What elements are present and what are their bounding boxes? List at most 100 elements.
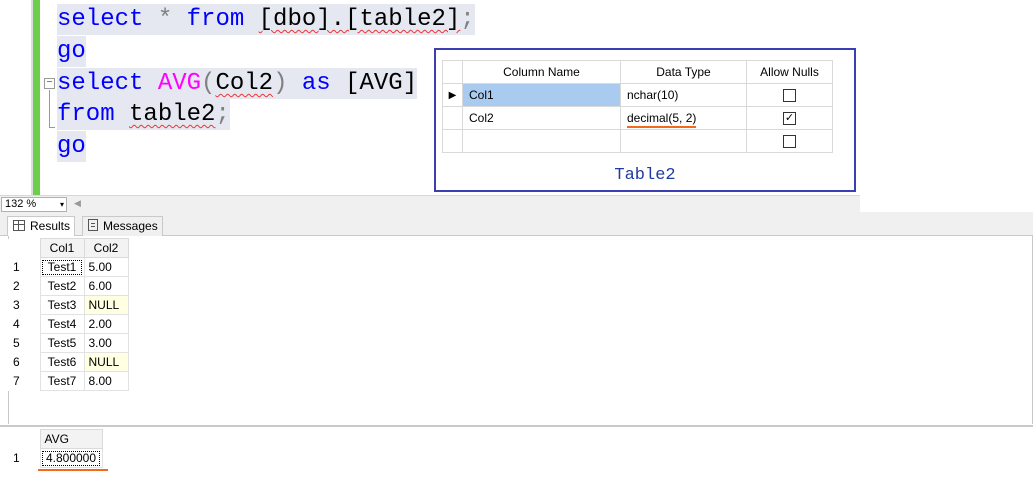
designer-row[interactable]: ▶ Col1 nchar(10): [442, 83, 833, 107]
outline-line: [49, 90, 50, 128]
column-name-cell[interactable]: Col1: [462, 83, 621, 107]
code-line-3[interactable]: select AVG(Col2) as [AVG]: [57, 68, 418, 99]
results-tabs: Results Messages: [0, 212, 1033, 237]
column-name-cell[interactable]: [462, 129, 621, 153]
keyword-from: from: [57, 101, 115, 128]
zoom-value: 132 %: [5, 198, 37, 210]
data-type-cell[interactable]: [620, 129, 747, 153]
scroll-left-icon[interactable]: ◀: [74, 198, 81, 209]
code-line-1[interactable]: select * from [dbo].[table2];: [57, 4, 475, 35]
allow-nulls-cell[interactable]: [746, 129, 833, 153]
grid-cell[interactable]: Test6: [39, 352, 85, 372]
tab-results-label: Results: [30, 219, 71, 233]
alias: [AVG]: [345, 70, 418, 97]
chevron-down-icon[interactable]: ▾: [60, 198, 64, 211]
data-type-cell[interactable]: nchar(10): [620, 83, 747, 107]
grid-cell[interactable]: 2.00: [83, 314, 129, 334]
row-selector[interactable]: [442, 106, 463, 130]
star-operator: *: [157, 6, 173, 33]
query-editor[interactable]: − select * from [dbo].[table2]; go selec…: [0, 0, 860, 195]
semicolon: ;: [460, 6, 475, 33]
grid-cell[interactable]: Test2: [39, 276, 85, 296]
row-number-header: [8, 238, 40, 258]
allow-nulls-cell[interactable]: ✓: [746, 106, 833, 130]
data-type-cell[interactable]: decimal(5, 2): [620, 106, 747, 130]
grid-icon: [13, 220, 25, 231]
avg-annotation-underline: [38, 469, 108, 471]
allow-nulls-checkbox[interactable]: [783, 135, 796, 149]
avg-result-grid[interactable]: AVG 1 4.800000: [8, 429, 103, 468]
row-number: 2: [8, 276, 40, 296]
table-row[interactable]: 4 Test4 2.00: [8, 314, 129, 334]
designer-row[interactable]: [442, 129, 833, 153]
row-number-header: [8, 429, 40, 449]
keyword-select: select: [57, 6, 144, 33]
table-row[interactable]: 3 Test3 NULL: [8, 295, 129, 315]
change-tracking-bar: [33, 0, 40, 195]
row-number: 1: [8, 448, 40, 468]
editor-status-bar: 132 % ▾ ◀: [0, 195, 860, 212]
grid-cell[interactable]: Test4: [39, 314, 85, 334]
avg-value-cell[interactable]: 4.800000: [39, 448, 103, 468]
grid-cell[interactable]: 6.00: [83, 276, 129, 296]
grid-cell-null[interactable]: NULL: [83, 295, 129, 315]
editor-gutter: [0, 0, 31, 195]
table-row[interactable]: 7 Test7 8.00: [8, 371, 129, 391]
keyword-select: select: [57, 70, 144, 97]
row-number: 7: [8, 371, 40, 391]
table-reference: [dbo].[table2]: [258, 6, 461, 33]
outline-collapse-icon[interactable]: −: [44, 78, 55, 89]
grid-cell[interactable]: 3.00: [83, 333, 129, 353]
column-header-col1[interactable]: Col1: [39, 238, 85, 258]
column-header-allow-nulls: Allow Nulls: [746, 60, 833, 84]
grid-cell[interactable]: 5.00: [83, 257, 129, 277]
column-header-avg[interactable]: AVG: [39, 429, 103, 449]
grid-cell[interactable]: Test3: [39, 295, 85, 315]
allow-nulls-cell[interactable]: [746, 83, 833, 107]
allow-nulls-checkbox-checked[interactable]: ✓: [783, 112, 796, 126]
table-row[interactable]: 1 Test1 5.00: [8, 257, 129, 277]
column-reference: Col2: [215, 70, 274, 97]
zoom-select[interactable]: 132 % ▾: [1, 197, 67, 212]
semicolon: ;: [215, 101, 230, 128]
grid-cell-null[interactable]: NULL: [83, 352, 129, 372]
allow-nulls-checkbox[interactable]: [783, 89, 796, 103]
grid-cell[interactable]: Test1: [39, 257, 85, 277]
row-marker-icon[interactable]: ▶: [442, 83, 463, 107]
table-row[interactable]: 1 4.800000: [8, 448, 103, 468]
column-header-name: Column Name: [462, 60, 621, 84]
grid-cell[interactable]: 8.00: [83, 371, 129, 391]
grid-splitter[interactable]: [0, 425, 1033, 427]
tab-messages[interactable]: Messages: [82, 216, 163, 236]
grid-cell[interactable]: Test5: [39, 333, 85, 353]
keyword-as: as: [301, 70, 331, 97]
row-number: 5: [8, 333, 40, 353]
code-line-2[interactable]: go: [57, 36, 86, 67]
messages-icon: [88, 219, 98, 231]
row-selector-header: [442, 60, 463, 84]
row-number: 6: [8, 352, 40, 372]
function-avg: AVG: [157, 70, 202, 97]
code-line-4[interactable]: from table2;: [57, 99, 230, 130]
code-line-5[interactable]: go: [57, 131, 86, 162]
designer-row[interactable]: Col2 decimal(5, 2) ✓: [442, 106, 833, 130]
column-name-cell[interactable]: Col2: [462, 106, 621, 130]
keyword-go: go: [57, 38, 86, 65]
column-header-type: Data Type: [620, 60, 747, 84]
table-row[interactable]: 2 Test2 6.00: [8, 276, 129, 296]
tab-messages-label: Messages: [103, 219, 158, 233]
outline-line-end: [49, 127, 55, 128]
table-row[interactable]: 6 Test6 NULL: [8, 352, 129, 372]
results-grid[interactable]: Col1 Col2 1 Test1 5.00 2 Test2 6.00 3 Te…: [8, 238, 129, 391]
table-row[interactable]: 5 Test5 3.00: [8, 333, 129, 353]
designer-caption: Table2: [614, 166, 676, 185]
column-header-col2[interactable]: Col2: [83, 238, 129, 258]
row-selector[interactable]: [442, 129, 463, 153]
tab-results[interactable]: Results: [7, 216, 76, 237]
results-pane: Col1 Col2 1 Test1 5.00 2 Test2 6.00 3 Te…: [0, 236, 1033, 477]
grid-cell[interactable]: Test7: [39, 371, 85, 391]
row-number: 1: [8, 257, 40, 277]
table-designer-panel: Column Name Data Type Allow Nulls ▶ Col1…: [434, 48, 856, 192]
close-paren: ): [273, 70, 288, 97]
data-type-value: decimal(5, 2): [627, 111, 697, 128]
